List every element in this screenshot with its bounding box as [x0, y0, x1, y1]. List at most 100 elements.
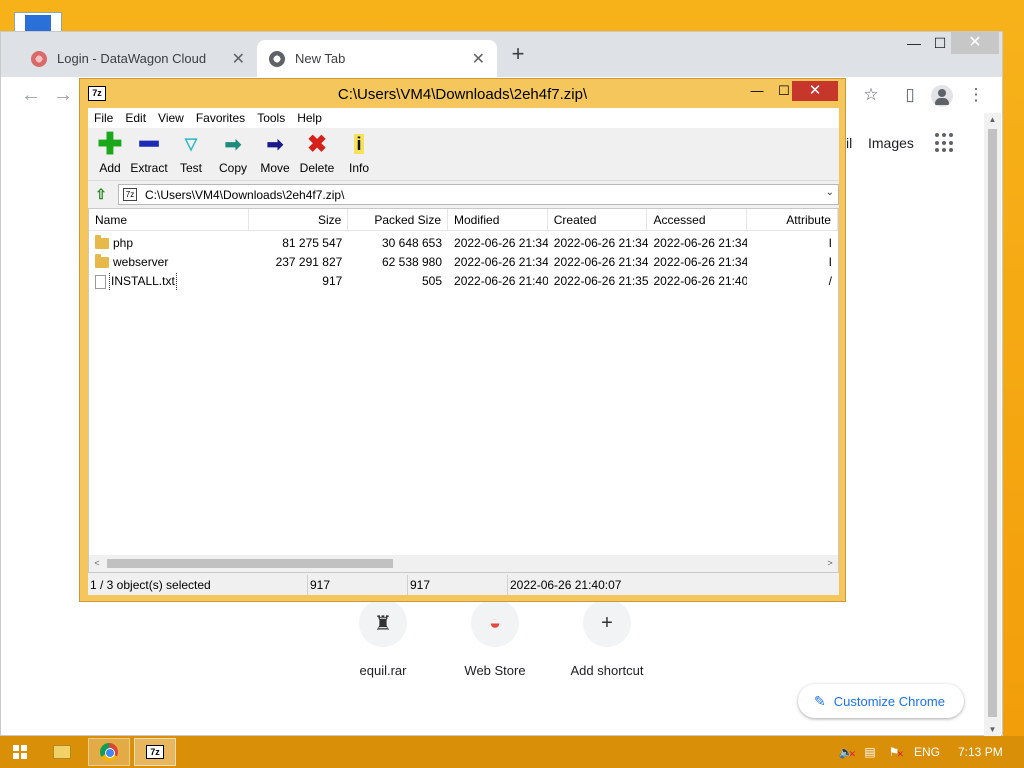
path-field[interactable]: 7z C:\Users\VM4\Downloads\2eh4f7.zip\ ⌄ — [118, 184, 839, 205]
tool-label: Copy — [218, 161, 247, 175]
taskbar-7zip[interactable]: 7z — [134, 738, 176, 766]
up-folder-icon[interactable]: ⇧ — [92, 185, 110, 203]
file-packed-size: 30 648 653 — [381, 236, 443, 250]
back-button[interactable]: ← — [19, 83, 43, 107]
column-attribute[interactable]: Attribute — [747, 209, 838, 230]
menu-view[interactable]: View — [152, 111, 190, 125]
test-button[interactable]: ▽ Test — [169, 131, 213, 175]
page-scrollbar[interactable]: ▲ ▼ — [984, 113, 1001, 737]
file-size: 237 291 827 — [275, 255, 343, 269]
tool-label: Delete — [299, 161, 335, 175]
pencil-icon: ✎ — [814, 692, 826, 709]
chevron-down-icon[interactable]: ⌄ — [826, 187, 834, 198]
side-panel-icon[interactable]: ▯ — [898, 83, 922, 107]
shortcut-label: equil.rar — [359, 663, 407, 678]
close-button[interactable]: ✕ — [951, 32, 999, 54]
menu-tools[interactable]: Tools — [251, 111, 291, 125]
file-accessed: 2022-06-26 21:34 — [653, 255, 748, 269]
close-button[interactable]: ✕ — [792, 81, 838, 101]
new-tab-button[interactable]: + — [507, 43, 529, 66]
menu-help[interactable]: Help — [291, 111, 328, 125]
chrome-menu-icon[interactable]: ⋮ — [964, 83, 988, 107]
scroll-up-icon[interactable]: ▲ — [984, 113, 1001, 127]
tool-label: Test — [179, 161, 202, 175]
copy-button[interactable]: ➡ Copy — [211, 131, 255, 176]
status-selection: 1 / 3 object(s) selected — [88, 575, 308, 595]
network-icon[interactable]: ▤ — [862, 744, 878, 760]
scroll-left-icon[interactable]: < — [89, 555, 105, 572]
status-packed: 917 — [408, 575, 508, 595]
file-name: INSTALL.txt — [109, 272, 177, 291]
scrollbar-thumb[interactable] — [107, 559, 393, 568]
google-apps-icon[interactable] — [935, 133, 955, 153]
desktop-icon[interactable] — [14, 12, 62, 32]
scroll-down-icon[interactable]: ▼ — [984, 723, 1001, 737]
column-size[interactable]: Size — [249, 209, 349, 230]
gmail-link[interactable]: il — [846, 135, 852, 151]
move-button[interactable]: ➡ Move — [253, 131, 297, 176]
table-row[interactable]: php 81 275 547 30 648 653 2022-06-26 21:… — [89, 234, 838, 253]
scrollbar-thumb[interactable] — [988, 129, 997, 717]
file-attribute: I — [828, 236, 832, 250]
images-link[interactable]: Images — [868, 135, 914, 151]
shortcut-add[interactable]: + Add shortcut — [557, 599, 657, 678]
menu-favorites[interactable]: Favorites — [190, 111, 251, 125]
shortcut-equil-rar[interactable]: ♜ equil.rar — [333, 599, 433, 678]
shortcut-label: Add shortcut — [570, 663, 644, 678]
add-button[interactable]: ✚ Add — [88, 127, 132, 176]
taskbar-chrome[interactable] — [88, 738, 130, 766]
7zip-titlebar[interactable]: 7z C:\Users\VM4\Downloads\2eh4f7.zip\ — … — [80, 79, 845, 108]
scroll-right-icon[interactable]: > — [822, 555, 838, 572]
start-button[interactable] — [6, 738, 34, 766]
action-center-icon[interactable]: ⚑ ✕ — [886, 744, 904, 760]
file-list[interactable]: Name Size Packed Size Modified Created A… — [88, 208, 839, 573]
extract-button[interactable]: ━ Extract — [127, 128, 171, 176]
column-modified[interactable]: Modified — [448, 209, 548, 230]
menu-file[interactable]: File — [88, 111, 119, 125]
web-store-icon: ◒ — [471, 599, 519, 647]
file-accessed: 2022-06-26 21:34 — [653, 236, 748, 250]
forward-button[interactable]: → — [51, 83, 75, 107]
table-row[interactable]: webserver 237 291 827 62 538 980 2022-06… — [89, 253, 838, 272]
language-indicator[interactable]: ENG — [914, 745, 940, 759]
column-packed-size[interactable]: Packed Size — [348, 209, 449, 230]
shortcut-web-store[interactable]: ◒ Web Store — [445, 599, 545, 678]
menu-edit[interactable]: Edit — [119, 111, 152, 125]
folder-icon — [95, 235, 109, 249]
tab-login-datawagon[interactable]: Login - DataWagon Cloud ✕ — [19, 40, 257, 77]
horizontal-scrollbar[interactable]: < > — [89, 555, 838, 572]
add-icon: ✚ — [97, 127, 123, 161]
tab-new-tab[interactable]: New Tab ✕ — [257, 40, 497, 77]
file-created: 2022-06-26 21:34 — [553, 236, 648, 250]
status-size: 917 — [308, 575, 408, 595]
delete-button[interactable]: ✖ Delete — [295, 131, 339, 176]
minimize-button[interactable]: — — [743, 81, 771, 101]
clock[interactable]: 7:13 PM — [958, 745, 1003, 759]
table-row[interactable]: INSTALL.txt 917 505 2022-06-26 21:40 202… — [89, 272, 838, 291]
menu-bar: File Edit View Favorites Tools Help — [88, 108, 839, 128]
speaker-muted-icon[interactable]: 🔈 ✕ — [838, 744, 856, 760]
tab-title: Login - DataWagon Cloud — [57, 51, 207, 66]
file-modified: 2022-06-26 21:34 — [454, 255, 548, 269]
file-modified: 2022-06-26 21:40 — [454, 274, 548, 288]
file-packed-size: 505 — [422, 274, 443, 288]
tab-title: New Tab — [295, 51, 346, 66]
column-created[interactable]: Created — [548, 209, 648, 230]
file-packed-size: 62 538 980 — [381, 255, 443, 269]
profile-icon[interactable] — [930, 83, 954, 107]
file-attribute: / — [828, 274, 832, 288]
bookmark-star-icon[interactable]: ☆ — [859, 83, 883, 107]
taskbar-file-explorer[interactable] — [48, 738, 76, 766]
column-accessed[interactable]: Accessed — [647, 209, 748, 230]
tab-close-icon[interactable]: ✕ — [232, 49, 245, 69]
tab-close-icon[interactable]: ✕ — [472, 49, 485, 69]
7zip-icon: 7z — [146, 745, 164, 759]
column-name[interactable]: Name — [89, 209, 249, 230]
info-button[interactable]: i Info — [337, 131, 381, 175]
customize-chrome-button[interactable]: ✎ Customize Chrome — [798, 684, 964, 718]
shortcut-label: Web Store — [464, 663, 526, 678]
chrome-icon — [100, 743, 118, 761]
windows-logo-icon — [13, 745, 27, 759]
file-accessed: 2022-06-26 21:40 — [653, 274, 748, 288]
7zip-client: File Edit View Favorites Tools Help ✚ Ad… — [88, 108, 839, 595]
